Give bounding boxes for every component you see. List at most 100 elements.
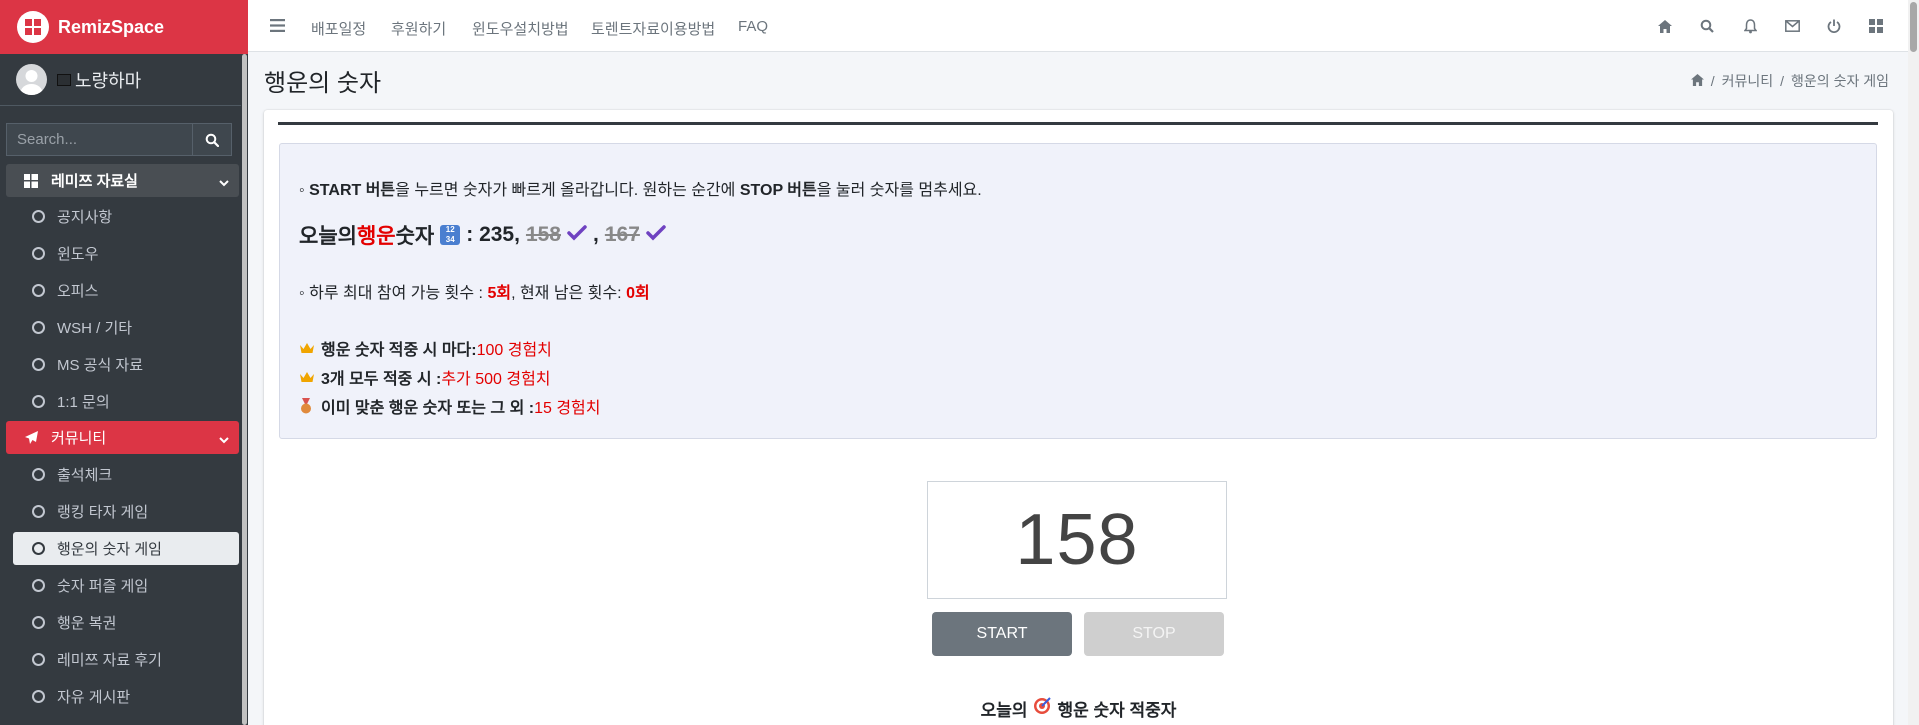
sidebar-item-lucky-number-game[interactable]: 행운의 숫자 게임	[13, 532, 239, 565]
reward-label: 3개 모두 적중 시 :	[321, 371, 442, 388]
winners-heading: 오늘의 행운 숫자 적중자	[264, 696, 1893, 721]
sidebar-item-puzzle-game[interactable]: 숫자 퍼즐 게임	[6, 569, 239, 602]
nav-link-windows-install[interactable]: 윈도우설치방법	[472, 18, 569, 39]
sidebar-item-label: 공지사항	[57, 209, 113, 226]
reward-value: 100 경험치	[476, 342, 552, 359]
home-icon[interactable]	[1657, 18, 1673, 34]
sidebar-item-reviews[interactable]: 레미쯔 자료 후기	[6, 643, 239, 676]
target-icon	[1033, 697, 1052, 720]
sidebar-item-attendance[interactable]: 출석체크	[6, 458, 239, 491]
search-button[interactable]	[192, 123, 232, 156]
sidebar-item-label: 1:1 문의	[57, 394, 110, 411]
circle-icon	[32, 616, 45, 629]
paper-plane-icon	[23, 430, 39, 446]
sidebar-item-lottery[interactable]: 행운 복권	[6, 606, 239, 639]
lucky-number-1: : 235,	[466, 223, 520, 246]
grid-icon[interactable]	[1868, 18, 1884, 34]
sidebar-item-label: MS 공식 자료	[57, 357, 144, 374]
nav-link-donate[interactable]: 후원하기	[391, 18, 446, 39]
power-icon[interactable]	[1826, 18, 1842, 34]
envelope-icon[interactable]	[1784, 18, 1800, 34]
check-icon	[646, 223, 666, 247]
circle-icon	[32, 579, 45, 592]
winners-suffix: 행운 숫자 적중자	[1057, 701, 1177, 720]
breadcrumb-item[interactable]: 커뮤니티	[1722, 71, 1774, 91]
circle-icon	[32, 653, 45, 666]
sidebar-item-label: 행운 복권	[57, 615, 117, 632]
search-icon[interactable]	[1699, 18, 1715, 34]
breadcrumb: / 커뮤니티 / 행운의 숫자 게임	[1690, 71, 1889, 91]
sidebar-scrollbar-thumb[interactable]	[242, 54, 247, 725]
home-icon[interactable]	[1690, 73, 1704, 89]
circle-icon	[32, 468, 45, 481]
page-scrollbar-thumb[interactable]	[1910, 2, 1917, 52]
lucky-number-2: 158	[525, 223, 561, 246]
game-card: ◦ START 버튼을 누르면 숫자가 빠르게 올라갑니다. 원하는 순간에 S…	[264, 110, 1893, 725]
sidebar-scrollbar[interactable]	[241, 54, 248, 725]
number-display: 158	[927, 481, 1227, 599]
circle-icon	[32, 210, 45, 223]
bell-icon[interactable]	[1742, 18, 1758, 34]
sidebar-item-office[interactable]: 오피스	[6, 274, 239, 307]
windows-icon	[23, 173, 39, 189]
participation-limit: ◦ 하루 최대 참여 가능 횟수 : 5회, 현재 남은 횟수: 0회	[299, 279, 650, 303]
brand-link[interactable]: RemizSpace	[0, 0, 248, 54]
limit-label: , 현재 남은 횟수:	[511, 285, 627, 302]
winners-prefix: 오늘의	[980, 701, 1028, 720]
start-button[interactable]: START	[932, 612, 1072, 656]
chevron-down-icon	[219, 174, 229, 191]
numbers-emoji-icon: 12 34	[440, 225, 461, 245]
bullet: ◦	[299, 182, 310, 199]
crown-icon	[299, 370, 315, 384]
instructions-text: 을 눌러 숫자를 멈추세요.	[816, 182, 982, 199]
sidebar: RemizSpace 노량하마 레미쯔 자료실 공지사항 윈도우 오피스 WSH…	[0, 0, 248, 725]
nav-link-torrent-guide[interactable]: 토렌트자료이용방법	[591, 18, 715, 39]
sidebar-item-ms-official[interactable]: MS 공식 자료	[6, 348, 239, 381]
sidebar-item-label: WSH / 기타	[57, 320, 133, 337]
sidebar-section-community[interactable]: 커뮤니티	[6, 421, 239, 454]
reward-item: 행운 숫자 적중 시 마다: 100 경험치	[299, 336, 552, 360]
breadcrumb-separator: /	[1710, 73, 1715, 89]
page-title: 행운의 숫자	[264, 70, 382, 97]
reward-item: 이미 맞춘 행운 숫자 또는 그 외 : 15 경험치	[299, 394, 601, 418]
sidebar-item-label: 숫자 퍼즐 게임	[57, 578, 149, 595]
sidebar-item-label: 레미쯔 자료 후기	[57, 652, 162, 669]
search-input[interactable]	[6, 123, 192, 156]
brand-logo-icon	[17, 11, 49, 43]
sidebar-section-label: 레미쯔 자료실	[51, 173, 138, 190]
sidebar-item-label: 출석체크	[57, 467, 113, 484]
sidebar-item-typing-game[interactable]: 랭킹 타자 게임	[6, 495, 239, 528]
reward-label: 이미 맞춘 행운 숫자 또는 그 외 :	[321, 400, 535, 417]
stop-button[interactable]: STOP	[1084, 612, 1224, 656]
info-box: ◦ START 버튼을 누르면 숫자가 빠르게 올라갑니다. 원하는 순간에 S…	[279, 143, 1877, 439]
sidebar-item-wsh[interactable]: WSH / 기타	[6, 311, 239, 344]
nav-link-schedule[interactable]: 배포일정	[311, 18, 366, 39]
crown-icon	[299, 341, 315, 355]
reward-value: 추가 500 경험치	[441, 371, 551, 388]
lucky-prefix: 오늘의	[299, 225, 357, 248]
brand-name: RemizSpace	[58, 16, 165, 37]
check-icon	[567, 223, 587, 247]
reward-value: 15 경험치	[534, 400, 601, 417]
user-panel[interactable]: 노량하마	[0, 54, 248, 106]
sidebar-item-free-board[interactable]: 자유 게시판	[6, 680, 239, 713]
circle-icon	[32, 247, 45, 260]
sidebar-item-label: 행운의 숫자 게임	[57, 541, 162, 558]
reward-item: 3개 모두 적중 시 : 추가 500 경험치	[299, 365, 551, 389]
sidebar-item-inquiry[interactable]: 1:1 문의	[6, 385, 239, 418]
sidebar-item-notice[interactable]: 공지사항	[6, 200, 239, 233]
page-scrollbar[interactable]	[1908, 0, 1919, 725]
circle-icon	[32, 505, 45, 518]
card-divider	[278, 122, 1878, 125]
start-hint: START 버튼	[309, 182, 396, 199]
limit-label: ◦ 하루 최대 참여 가능 횟수 :	[299, 285, 488, 302]
circle-icon	[32, 284, 45, 297]
sidebar-item-windows[interactable]: 윈도우	[6, 237, 239, 270]
menu-toggle-icon[interactable]	[270, 19, 285, 37]
nav-link-faq[interactable]: FAQ	[738, 18, 768, 35]
sidebar-section-resources[interactable]: 레미쯔 자료실	[6, 164, 239, 197]
reward-label: 행운 숫자 적중 시 마다:	[321, 342, 477, 359]
circle-icon	[32, 395, 45, 408]
sidebar-item-label: 오피스	[57, 283, 99, 300]
circle-icon	[32, 542, 45, 555]
